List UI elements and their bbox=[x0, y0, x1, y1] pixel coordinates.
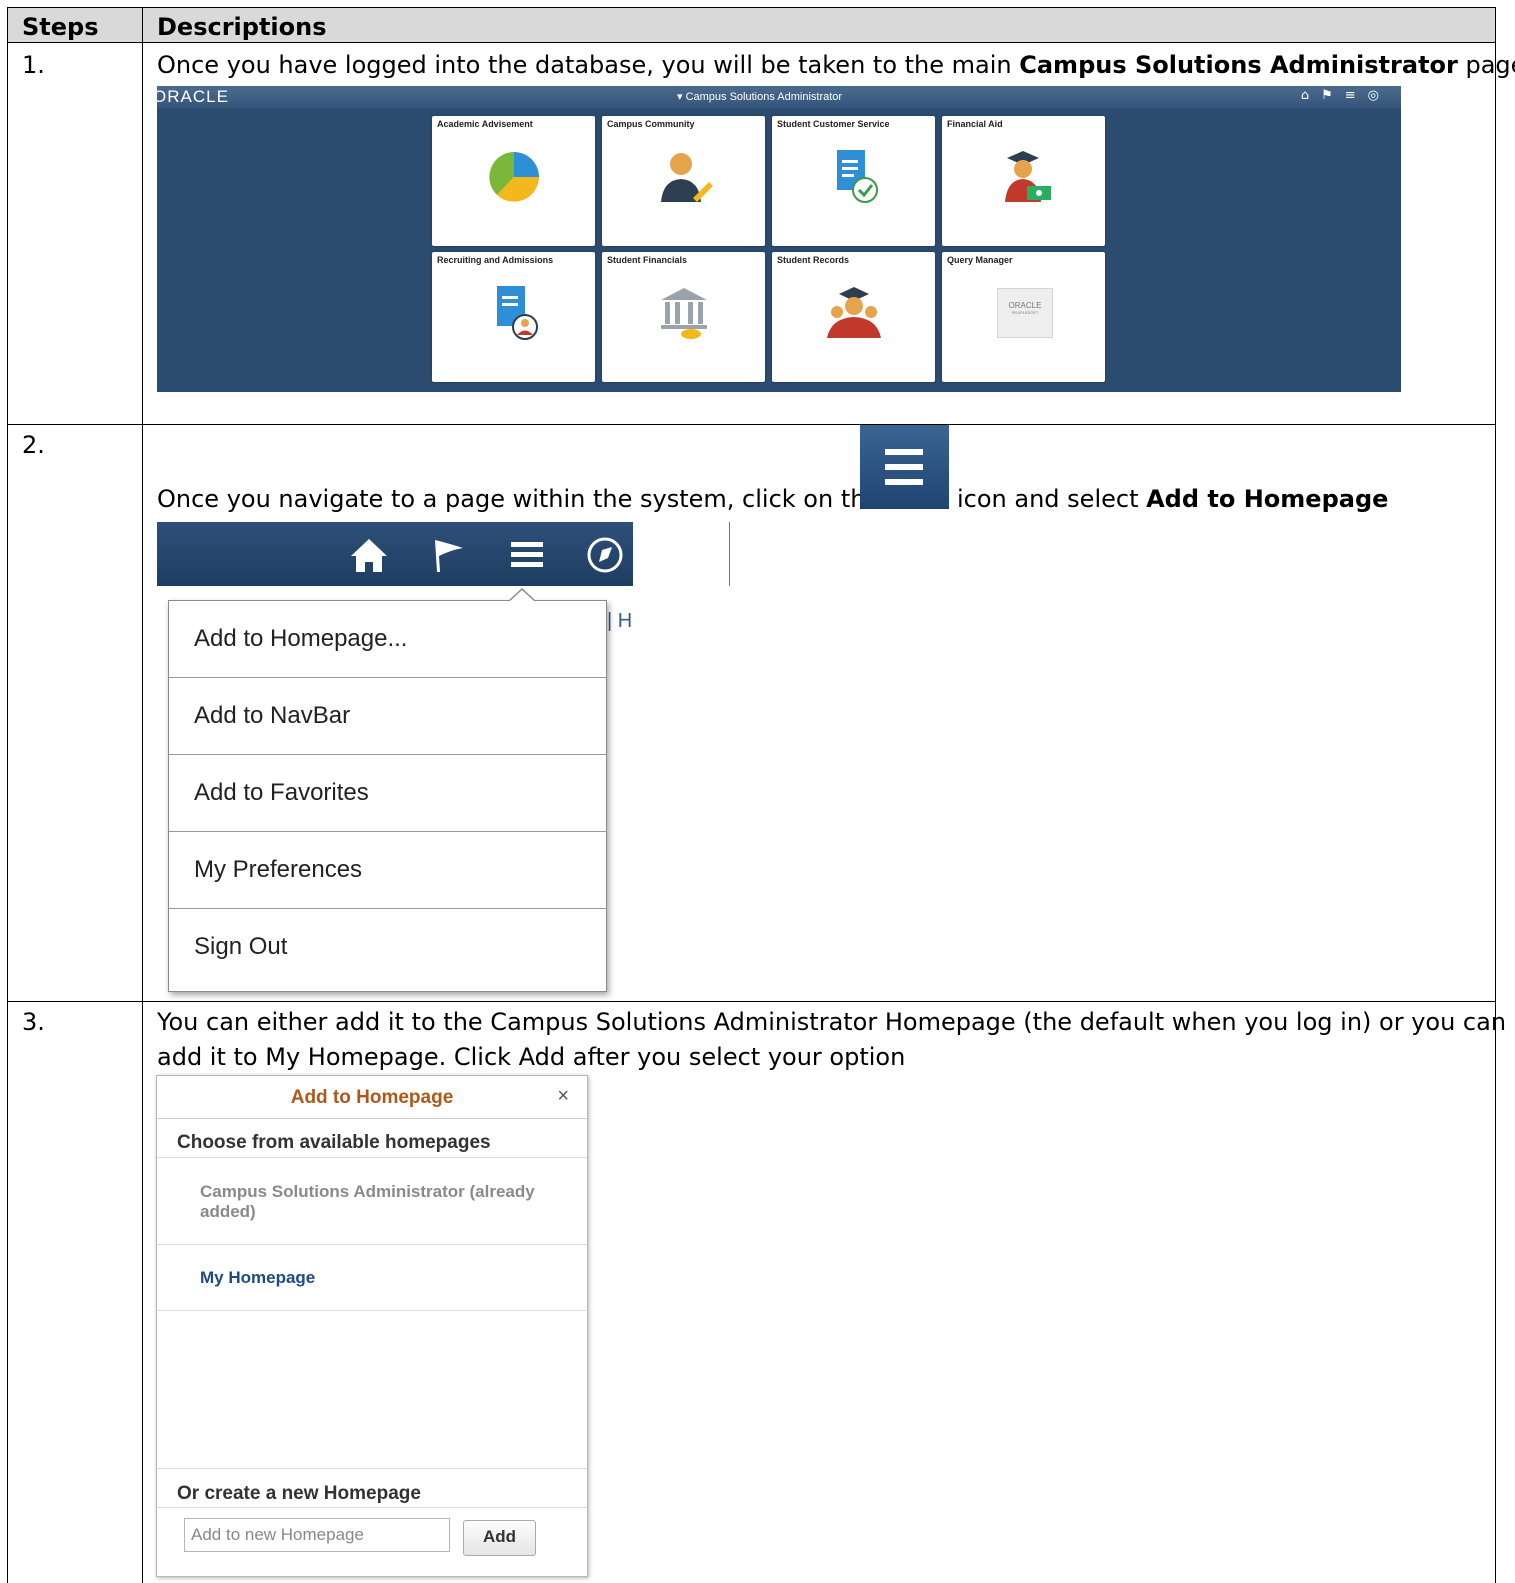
flag-icon[interactable] bbox=[429, 536, 469, 574]
add-to-homepage-dialog: Add to Homepage × Choose from available … bbox=[156, 1075, 588, 1577]
tile-label: Campus Community bbox=[607, 119, 695, 129]
partial-background-text: | H bbox=[607, 610, 633, 632]
tile-label: Query Manager bbox=[947, 255, 1013, 265]
table-border bbox=[7, 1001, 1496, 1002]
tile-label: Academic Advisement bbox=[437, 119, 533, 129]
navbar-compass-icon[interactable] bbox=[585, 536, 625, 574]
table-border bbox=[142, 7, 143, 1583]
flag-icon[interactable]: ⚑ bbox=[1321, 88, 1345, 103]
step-2-text-before: Once you navigate to a page within the s… bbox=[157, 485, 881, 513]
divider bbox=[729, 522, 730, 586]
table-border bbox=[7, 424, 1496, 425]
menu-pointer-fill bbox=[510, 590, 534, 601]
logo-line: ORACLE bbox=[1008, 301, 1042, 310]
tile-campus-community[interactable]: Campus Community bbox=[602, 116, 765, 246]
step-number: 3. bbox=[22, 1008, 45, 1036]
option-label: added) bbox=[200, 1202, 256, 1221]
divider bbox=[157, 1507, 587, 1508]
step-3-line-1: You can either add it to the Campus Solu… bbox=[157, 1008, 1507, 1036]
menu-item-my-preferences[interactable]: My Preferences bbox=[169, 832, 606, 909]
step-1-description: Once you have logged into the database, … bbox=[157, 51, 1515, 79]
campus-solutions-screenshot: ORACLE ▾ Campus Solutions Administrator … bbox=[157, 86, 1401, 392]
tile-student-records[interactable]: Student Records bbox=[772, 252, 935, 382]
graduate-money-icon bbox=[1004, 151, 1051, 202]
pie-chart-icon bbox=[488, 152, 539, 202]
table-border bbox=[7, 7, 1496, 8]
dialog-title: Add to Homepage bbox=[290, 1087, 454, 1108]
homepage-option-my-homepage[interactable]: My Homepage bbox=[157, 1244, 587, 1311]
close-icon[interactable]: × bbox=[557, 1085, 569, 1108]
actions-menu-button[interactable] bbox=[860, 425, 949, 509]
tile-label: Student Records bbox=[777, 255, 850, 265]
step-3-line-2: add it to My Homepage. Click Add after y… bbox=[157, 1043, 906, 1071]
oracle-peoplesoft-icon: ORACLE PEOPLESOFT bbox=[997, 288, 1053, 338]
banner: ORACLE ▾ Campus Solutions Administrator … bbox=[157, 86, 1401, 108]
bank-icon bbox=[660, 288, 707, 339]
step-2-text-after: icon and select Add to Homepage bbox=[957, 485, 1389, 513]
option-label: Campus Solutions Administrator (already bbox=[200, 1182, 535, 1201]
hamburger-icon bbox=[885, 449, 923, 485]
menu-item-add-to-homepage[interactable]: Add to Homepage... bbox=[169, 601, 606, 678]
navbar-icon[interactable]: ◎ bbox=[1368, 88, 1391, 103]
tile-label: Recruiting and Admissions bbox=[437, 255, 554, 265]
logo-line: PEOPLESOFT bbox=[1011, 310, 1039, 315]
actions-dropdown: Add to Homepage... Add to NavBar Add to … bbox=[168, 600, 607, 992]
header-descriptions: Descriptions bbox=[157, 13, 327, 41]
tile-student-customer-service[interactable]: Student Customer Service bbox=[772, 116, 935, 246]
tile-financial-aid[interactable]: Financial Aid bbox=[942, 116, 1105, 246]
home-icon[interactable] bbox=[349, 536, 389, 574]
dialog-header: Add to Homepage × bbox=[157, 1076, 587, 1119]
oracle-logo: ORACLE bbox=[157, 87, 229, 106]
add-button[interactable]: Add bbox=[463, 1520, 536, 1556]
menu-item-add-to-favorites[interactable]: Add to Favorites bbox=[169, 755, 606, 832]
menu-icon[interactable]: ≡ bbox=[1345, 88, 1368, 103]
tile-recruiting-and-admissions[interactable]: Recruiting and Admissions bbox=[432, 252, 595, 382]
menu-item-add-to-navbar[interactable]: Add to NavBar bbox=[169, 678, 606, 755]
divider bbox=[157, 1468, 587, 1469]
homepage-title[interactable]: ▾ Campus Solutions Administrator bbox=[677, 90, 842, 103]
step-number: 2. bbox=[22, 431, 45, 459]
tile-label: Student Customer Service bbox=[777, 119, 890, 129]
graduates-icon bbox=[826, 287, 881, 338]
hamburger-icon[interactable] bbox=[509, 537, 545, 573]
document-person-icon bbox=[496, 286, 538, 340]
step-number: 1. bbox=[22, 51, 45, 79]
table-border bbox=[7, 7, 8, 1583]
option-label: My Homepage bbox=[200, 1268, 316, 1287]
menu-item-sign-out[interactable]: Sign Out bbox=[169, 909, 606, 985]
document-check-icon bbox=[836, 150, 878, 203]
navigation-header bbox=[157, 522, 730, 586]
choose-label: Choose from available homepages bbox=[177, 1132, 491, 1153]
tile-student-financials[interactable]: Student Financials bbox=[602, 252, 765, 382]
home-icon[interactable]: ⌂ bbox=[1301, 88, 1321, 103]
tile-academic-advisement[interactable]: Academic Advisement bbox=[432, 116, 595, 246]
tile-label: Financial Aid bbox=[947, 119, 1003, 129]
header-steps: Steps bbox=[22, 13, 99, 41]
tile-label: Student Financials bbox=[607, 255, 688, 265]
create-label: Or create a new Homepage bbox=[177, 1483, 421, 1504]
homepage-option-disabled: Campus Solutions Administrator (already … bbox=[157, 1157, 587, 1245]
tile-query-manager[interactable]: Query Manager ORACLE PEOPLESOFT bbox=[942, 252, 1105, 382]
table-border bbox=[1495, 7, 1496, 1583]
person-pencil-icon bbox=[660, 153, 713, 202]
new-homepage-input[interactable]: Add to new Homepage bbox=[184, 1518, 450, 1552]
